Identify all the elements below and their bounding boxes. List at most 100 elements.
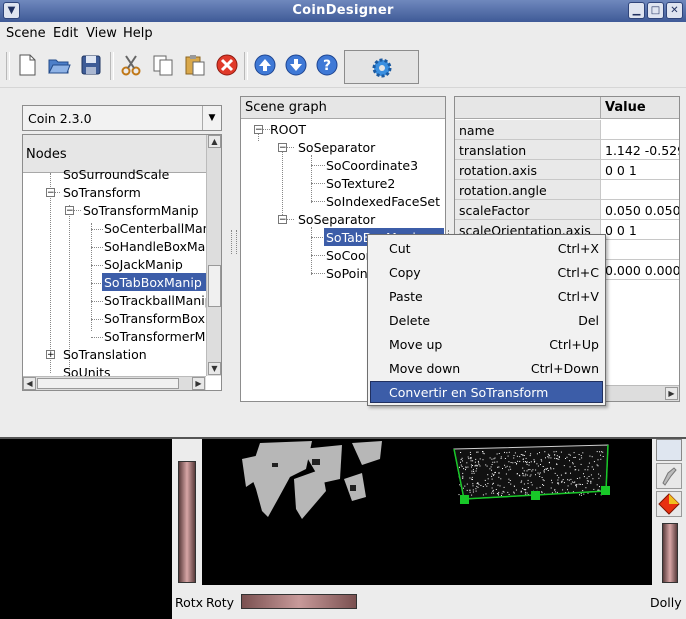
scene-item[interactable]: SoIndexedFaceSet [326, 194, 440, 209]
scroll-up-icon[interactable]: ▲ [208, 135, 221, 148]
tree-item-selected[interactable]: SoTabBoxManip [102, 273, 208, 291]
window-title: CoinDesigner [292, 3, 394, 18]
paste-icon[interactable] [182, 52, 208, 78]
property-value[interactable] [601, 120, 679, 140]
scrollbar-thumb[interactable] [37, 378, 179, 389]
tree-item[interactable]: SoJackManip [104, 257, 183, 272]
menu-item-move-down[interactable]: Move down Ctrl+Down [370, 357, 603, 379]
menu-item-cut[interactable]: Cut Ctrl+X [370, 237, 603, 259]
cut-icon[interactable] [118, 52, 144, 78]
version-select[interactable]: Coin 2.3.0 ▼ [22, 105, 222, 131]
collapse-icon[interactable]: − [46, 188, 55, 198]
toolbar: ? [0, 46, 686, 88]
toolbar-grip [6, 52, 10, 80]
roty-label: Roty [206, 595, 235, 610]
copy-icon[interactable] [150, 52, 176, 78]
tree-item[interactable]: SoTranslation [63, 347, 147, 362]
horizontal-scrollbar[interactable]: ◀ ▶ [23, 376, 206, 390]
manip-handle [460, 495, 469, 504]
menu-item-paste[interactable]: Paste Ctrl+V [370, 285, 603, 307]
property-value[interactable] [601, 240, 679, 260]
scroll-down-icon[interactable]: ▼ [208, 362, 221, 375]
scrollbar-thumb[interactable] [208, 265, 221, 307]
context-menu: Cut Ctrl+X Copy Ctrl+C Paste Ctrl+V Dele… [367, 234, 606, 406]
property-value[interactable]: 1.142 -0.529 [601, 140, 679, 160]
collapse-icon[interactable]: − [65, 206, 74, 216]
menu-item-copy[interactable]: Copy Ctrl+C [370, 261, 603, 283]
svg-text:?: ? [323, 58, 331, 74]
collapse-icon[interactable]: − [254, 125, 263, 135]
menu-view[interactable]: View [86, 26, 117, 41]
scene-item[interactable]: SoSeparator [298, 212, 375, 227]
tree-item[interactable]: SoTransformBoxManip [104, 311, 221, 326]
expand-icon[interactable]: + [46, 350, 55, 360]
splitter-handle[interactable] [231, 230, 237, 254]
property-value[interactable]: 0.050 0.050 [601, 200, 679, 220]
property-name: translation [455, 140, 601, 160]
move-up-icon[interactable] [252, 52, 278, 78]
viewer-side-toolbar [654, 439, 686, 585]
scroll-right-icon[interactable]: ▶ [665, 387, 678, 400]
vertical-scrollbar[interactable]: ▲ ▼ [206, 135, 221, 376]
move-down-icon[interactable] [283, 52, 309, 78]
close-icon[interactable]: ✕ [666, 2, 683, 19]
pick-pointer-icon[interactable] [656, 463, 682, 489]
rotx-wheel[interactable] [178, 461, 196, 583]
scene-graph-header[interactable]: Scene graph [241, 97, 445, 119]
rotx-label: Rotx [175, 595, 204, 610]
tree-item[interactable]: SoTransformerManip [104, 329, 221, 344]
save-icon[interactable] [78, 52, 104, 78]
dolly-wheel[interactable] [662, 523, 678, 583]
viewer-side-area [0, 439, 172, 619]
scene-item[interactable]: SoTexture2 [326, 176, 395, 191]
settings-button[interactable] [344, 50, 419, 84]
menu-item-delete[interactable]: Delete Del [370, 309, 603, 331]
property-value[interactable]: 0 0 1 [601, 160, 679, 180]
maximize-icon[interactable]: □ [647, 2, 664, 19]
menu-edit[interactable]: Edit [53, 26, 78, 41]
chevron-down-icon[interactable]: ▼ [202, 106, 221, 130]
properties-name-header[interactable] [455, 97, 601, 119]
roty-wheel[interactable] [241, 594, 357, 609]
tree-item[interactable]: SoTransformManip [83, 203, 199, 218]
render-canvas[interactable] [202, 439, 652, 585]
minimize-icon[interactable]: ▁ [628, 2, 645, 19]
scroll-left-icon[interactable]: ◀ [23, 377, 36, 390]
help-icon[interactable]: ? [314, 52, 340, 78]
tree-item[interactable]: SoCenterballManip [104, 221, 221, 236]
view-all-icon[interactable] [656, 439, 682, 461]
menu-scene[interactable]: Scene [6, 26, 46, 41]
menu-item-convert-to-sotransform[interactable]: Convertir en SoTransform [370, 381, 603, 403]
properties-value-header[interactable]: Value [601, 97, 679, 119]
manip-handle [601, 486, 610, 495]
seek-icon[interactable] [656, 491, 682, 517]
scene-item-root[interactable]: ROOT [270, 122, 306, 137]
scene-item[interactable]: SoSeparator [298, 140, 375, 155]
collapse-icon[interactable]: − [278, 143, 287, 153]
scroll-right-icon[interactable]: ▶ [192, 377, 205, 390]
version-select-value: Coin 2.3.0 [28, 111, 92, 126]
tree-item[interactable]: SoHandleBoxManip [104, 239, 221, 254]
property-value[interactable] [601, 180, 679, 200]
title-bar: ▼ CoinDesigner ▁ □ ✕ [0, 0, 686, 22]
property-value[interactable]: 0.000 0.000 [601, 260, 679, 280]
property-name: rotation.axis [455, 160, 601, 180]
scene-render [242, 441, 610, 519]
toolbar-separator [110, 52, 114, 80]
new-file-icon[interactable] [14, 52, 40, 78]
property-name: scaleFactor [455, 200, 601, 220]
menu-help[interactable]: Help [123, 26, 153, 41]
property-name: name [455, 120, 601, 140]
property-value[interactable]: 0 0 1 [601, 220, 679, 240]
menu-item-move-up[interactable]: Move up Ctrl+Up [370, 333, 603, 355]
collapse-icon[interactable]: − [278, 215, 287, 225]
tree-item[interactable]: SoTransform [63, 185, 141, 200]
scene-item[interactable]: SoCoordinate3 [326, 158, 418, 173]
open-folder-icon[interactable] [46, 52, 72, 78]
tree-item[interactable]: SoSurroundScale [63, 167, 169, 182]
dolly-label: Dolly [650, 595, 682, 610]
tree-item[interactable]: SoTrackballManip [104, 293, 213, 308]
toolbar-separator [244, 52, 248, 80]
delete-icon[interactable] [214, 52, 240, 78]
manip-handle [531, 491, 540, 500]
